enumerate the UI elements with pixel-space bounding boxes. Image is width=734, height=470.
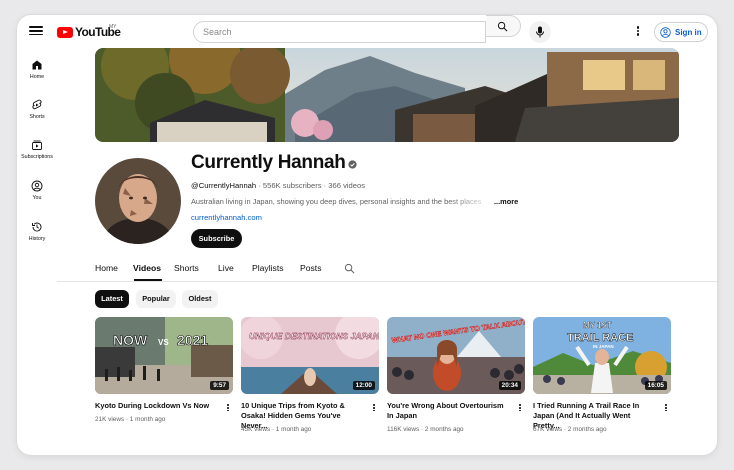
sidebar-item-subscriptions[interactable]: Subscriptions <box>17 139 57 160</box>
account-circle-icon <box>660 26 671 38</box>
description-more-link[interactable]: ...more <box>494 197 518 206</box>
microphone-icon <box>536 26 544 38</box>
shorts-icon <box>32 99 42 110</box>
subscriptions-icon <box>32 140 42 150</box>
channel-handle-stats: @CurrentlyHannah · 556K subscribers · 36… <box>191 181 365 190</box>
video-card[interactable]: MY 1ST TRAIL RACE IN JAPAN 16:05 I Tried… <box>533 317 671 433</box>
search-input[interactable] <box>193 21 486 43</box>
tab-live[interactable]: Live <box>218 263 234 273</box>
browser-viewport: YouTube MY Sign in Home Shorts Subscript… <box>17 15 717 455</box>
video-card[interactable]: UNIQUE DESTINATIONS JAPAN 12:00 10 Uniqu… <box>241 317 379 433</box>
search-icon <box>497 21 508 32</box>
sidebar-label: You <box>32 195 42 201</box>
tab-shorts[interactable]: Shorts <box>174 263 199 273</box>
home-icon <box>32 60 42 70</box>
thumb-caption: VS <box>158 338 169 347</box>
channel-search-icon[interactable] <box>344 263 355 274</box>
chip-latest[interactable]: Latest <box>95 290 129 308</box>
description-fade <box>447 195 495 207</box>
video-menu-icon[interactable] <box>371 403 377 415</box>
sidebar-label: Home <box>29 74 45 80</box>
thumb-caption: NOW <box>113 332 148 348</box>
thumb-caption: UNIQUE DESTINATIONS JAPAN <box>249 331 379 341</box>
chip-oldest[interactable]: Oldest <box>182 290 218 308</box>
video-thumbnail[interactable]: UNIQUE DESTINATIONS JAPAN 12:00 <box>241 317 379 394</box>
tab-home[interactable]: Home <box>95 263 118 273</box>
video-menu-icon[interactable] <box>517 403 523 415</box>
video-title[interactable]: You're Wrong About Overtourism In Japan <box>387 401 505 421</box>
settings-more-icon[interactable] <box>633 25 643 39</box>
sidebar-label: Subscriptions <box>21 154 53 160</box>
sign-in-label: Sign in <box>675 27 702 37</box>
channel-banner <box>95 48 679 142</box>
video-meta: 45K views · 1 month ago <box>241 426 312 433</box>
video-duration: 16:05 <box>644 381 667 390</box>
video-meta: 116K views · 2 months ago <box>387 426 464 433</box>
video-duration: 20:34 <box>498 381 521 390</box>
video-meta: 67K views · 2 months ago <box>533 426 607 433</box>
verified-badge-icon <box>348 160 357 169</box>
video-duration: 12:00 <box>352 381 375 390</box>
youtube-play-icon <box>57 26 73 38</box>
video-thumbnail[interactable]: NOW VS 2021 9:57 <box>95 317 233 394</box>
region-code: MY <box>109 24 117 30</box>
search-button[interactable] <box>486 15 521 37</box>
video-menu-icon[interactable] <box>225 403 231 415</box>
sign-in-button[interactable]: Sign in <box>654 22 708 42</box>
video-duration: 9:57 <box>210 381 229 390</box>
menu-icon[interactable] <box>29 24 43 38</box>
top-bar: YouTube MY Sign in <box>17 15 717 51</box>
thumb-caption: TRAIL RACE <box>567 332 633 344</box>
sidebar-item-home[interactable]: Home <box>17 59 57 80</box>
history-icon <box>32 222 42 232</box>
you-icon <box>31 180 43 192</box>
channel-avatar[interactable] <box>95 158 181 244</box>
video-thumbnail[interactable]: WHAT NO ONE WANTS TO TALK ABOUT 20:34 <box>387 317 525 394</box>
tab-playlists[interactable]: Playlists <box>252 263 284 273</box>
channel-name: Currently Hannah <box>191 152 346 173</box>
sidebar-item-history[interactable]: History <box>17 221 57 242</box>
video-meta: 21K views · 1 month ago <box>95 416 166 423</box>
thumb-caption: 2021 <box>177 332 208 348</box>
channel-handle: @CurrentlyHannah <box>191 181 257 190</box>
subscribe-button[interactable]: Subscribe <box>191 229 242 248</box>
tab-posts[interactable]: Posts <box>300 263 322 273</box>
video-card[interactable]: WHAT NO ONE WANTS TO TALK ABOUT 20:34 Yo… <box>387 317 525 433</box>
sidebar-label: Shorts <box>29 114 45 120</box>
video-card[interactable]: NOW VS 2021 9:57 Kyoto During Lockdown V… <box>95 317 233 423</box>
tabs-divider <box>57 281 717 282</box>
thumb-caption: MY 1ST <box>583 321 612 330</box>
voice-search-button[interactable] <box>529 21 551 43</box>
chip-popular[interactable]: Popular <box>136 290 176 308</box>
sidebar-label: History <box>28 236 46 242</box>
video-thumbnail[interactable]: MY 1ST TRAIL RACE IN JAPAN 16:05 <box>533 317 671 394</box>
video-title[interactable]: Kyoto During Lockdown Vs Now <box>95 401 213 411</box>
thumb-caption: IN JAPAN <box>593 344 614 349</box>
channel-link[interactable]: currentlyhannah.com <box>191 213 262 222</box>
channel-description[interactable]: Australian living in Japan, showing you … <box>191 197 481 206</box>
sidebar-item-you[interactable]: You <box>17 180 57 201</box>
sidebar-item-shorts[interactable]: Shorts <box>17 99 57 120</box>
channel-stats: · 556K subscribers · 366 videos <box>256 181 366 190</box>
tab-videos[interactable]: Videos <box>133 263 161 273</box>
video-menu-icon[interactable] <box>663 403 669 415</box>
